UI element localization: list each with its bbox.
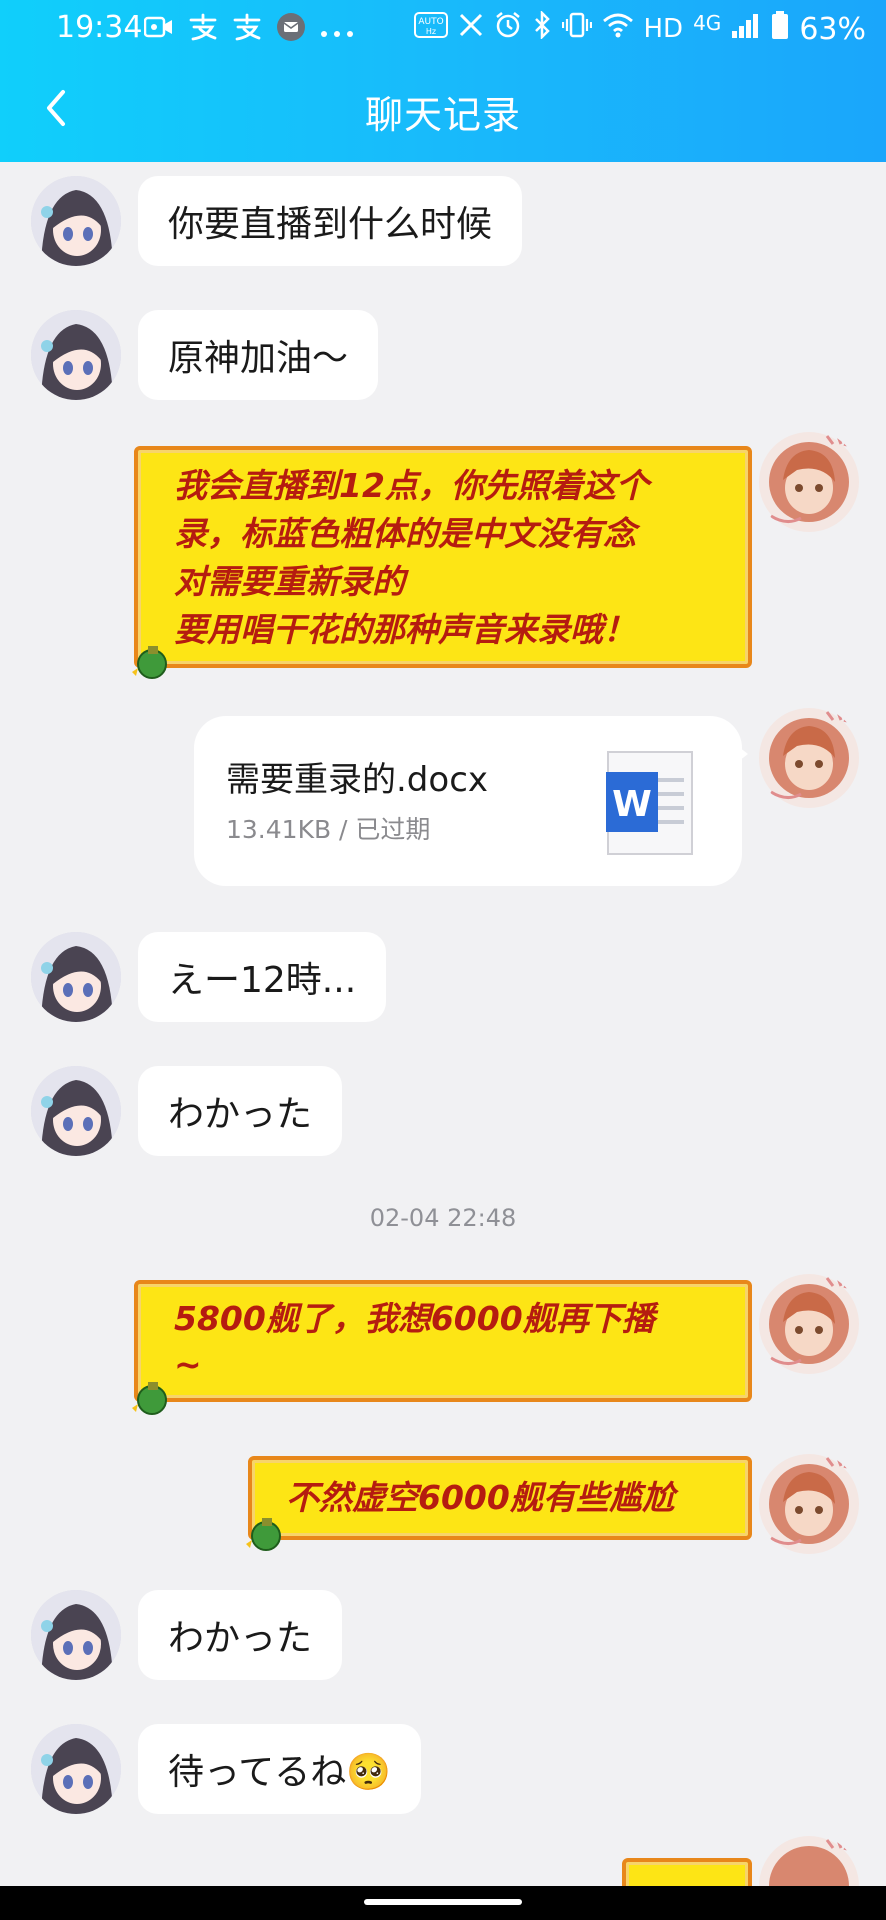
bubble-tail: [730, 740, 748, 768]
avatar[interactable]: [757, 1272, 861, 1376]
avatar[interactable]: [757, 706, 861, 810]
page-title: 聊天记录: [364, 93, 521, 137]
message-bubble[interactable]: えー12時...: [138, 932, 387, 1022]
avatar[interactable]: [31, 1590, 121, 1680]
file-name: 需要重录的.docx: [226, 760, 489, 800]
alarm-icon: [494, 11, 522, 47]
auto-hz-icon: AUTO Hz: [413, 10, 448, 48]
grenade-icon: [132, 1382, 167, 1415]
svg-text:AUTO: AUTO: [418, 17, 443, 27]
avatar[interactable]: [757, 1452, 861, 1556]
styled-message-bubble[interactable]: 我会直播到12点，你先照着这个 录，标蓝色粗体的是中文没有念 对需要重新录的 要…: [134, 446, 752, 668]
timestamp: 02-04 22:48: [369, 1204, 517, 1232]
word-icon: W: [606, 751, 693, 855]
network-label: 4G: [693, 11, 722, 35]
avatar[interactable]: [31, 176, 121, 266]
message-line: 不然虚空6000舰有些尴尬: [286, 1478, 675, 1517]
alipay-icon: [188, 13, 218, 49]
message-bubble[interactable]: わかった: [138, 1066, 343, 1156]
avatar[interactable]: [31, 1724, 121, 1814]
grenade-icon: [246, 1518, 281, 1551]
styled-message-bubble[interactable]: 不然虚空6000舰有些尴尬: [248, 1456, 752, 1540]
status-bar: 19:34 AUTO Hz HD 4G 63%: [0, 0, 886, 58]
top-bar: 19:34 AUTO Hz HD 4G 63% 聊天记录: [0, 0, 886, 162]
avatar[interactable]: [31, 932, 121, 1022]
more-dots-icon: [320, 15, 354, 47]
message-line: 要用唱干花的那种声音来录哦！: [174, 610, 636, 649]
wifi-icon: [602, 11, 634, 47]
status-right-icons: AUTO Hz HD 4G 63%: [413, 9, 866, 48]
styled-message-text: 不然虚空6000舰有些尴尬: [286, 1474, 728, 1522]
message-line: 我会直播到12点，你先照着这个: [174, 466, 649, 505]
message-bubble[interactable]: 你要直播到什么时候: [138, 176, 523, 266]
battery-icon: [771, 10, 789, 48]
styled-message-text: 5800舰了，我想6000舰再下播 ~: [174, 1296, 728, 1388]
message-line: ~: [174, 1345, 202, 1384]
file-meta: 13.41KB / 已过期: [226, 815, 431, 844]
hd-label: HD: [643, 14, 684, 44]
message-bubble[interactable]: 原神加油～: [138, 310, 379, 400]
message-bubble[interactable]: 待ってるね🥺: [138, 1724, 422, 1814]
home-indicator[interactable]: [364, 1899, 522, 1905]
avatar[interactable]: [757, 430, 861, 534]
avatar[interactable]: [31, 310, 121, 400]
avatar[interactable]: [31, 1066, 121, 1156]
status-left-icons: [143, 12, 354, 50]
message-icon: [276, 12, 306, 50]
message-line: 5800舰了，我想6000舰再下播: [174, 1299, 655, 1338]
battery-percent: 63%: [799, 11, 866, 47]
message-line: 录，标蓝色粗体的是中文没有念: [174, 514, 636, 553]
video-icon: [143, 15, 174, 47]
styled-message-text: 我会直播到12点，你先照着这个 录，标蓝色粗体的是中文没有念 对需要重新录的 要…: [174, 462, 728, 654]
signal-icon: [731, 11, 761, 47]
message-bubble[interactable]: わかった: [138, 1590, 343, 1680]
status-time: 19:34: [56, 10, 143, 45]
bluetooth-icon: [532, 9, 552, 47]
message-line: 对需要重新录的: [174, 562, 405, 601]
file-message-bubble[interactable]: 需要重录的.docx 13.41KB / 已过期 W: [194, 716, 742, 886]
navigation-bar: [0, 1886, 886, 1920]
svg-text:Hz: Hz: [425, 27, 435, 36]
svg-text:W: W: [612, 784, 652, 825]
alipay-icon: [232, 13, 262, 49]
x-icon: [458, 12, 484, 46]
grenade-icon: [132, 646, 167, 679]
title-bar: 聊天记录: [0, 58, 886, 162]
styled-message-bubble[interactable]: 5800舰了，我想6000舰再下播 ~: [134, 1280, 752, 1402]
vibrate-icon: [561, 12, 592, 46]
